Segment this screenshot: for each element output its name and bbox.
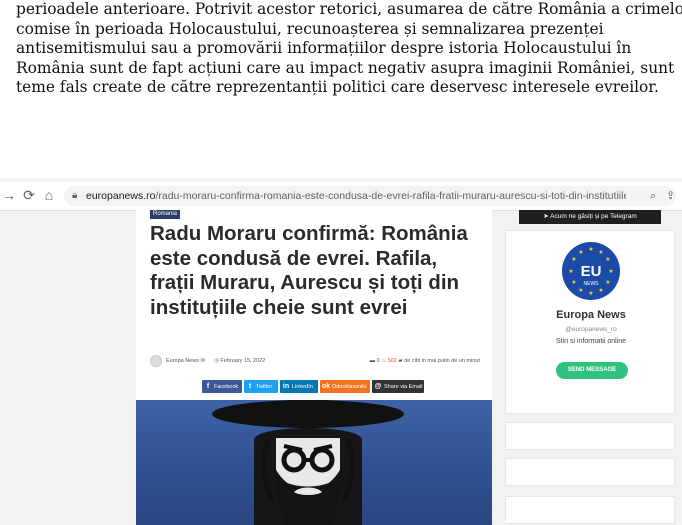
telegram-banner[interactable]: ➤ Acum ne găsiți și pe Telegram xyxy=(519,210,661,224)
eu-news-logo: ★ ★★ ★★★ ★★★ ★★★ EU NEWS xyxy=(562,242,620,300)
share-linkedin-button[interactable]: in LinkedIn xyxy=(280,380,318,393)
svg-text:★: ★ xyxy=(568,268,573,275)
lock-icon: 🔒︎ xyxy=(72,190,78,201)
article-stats: ▬ 0 ♨ 502 ▰ de citit in mai putin de un … xyxy=(370,355,480,367)
svg-text:★: ★ xyxy=(598,249,603,256)
share-icon[interactable]: ⇪ xyxy=(666,189,675,203)
read-time: de citit in mai putin de un minut xyxy=(404,358,480,364)
address-bar[interactable]: 🔒︎ europanews.ro/radu-moraru-confirma-ro… xyxy=(64,186,676,206)
sidebar-widget-placeholder xyxy=(505,458,675,486)
publish-date: ◷ February 15, 2022 xyxy=(214,358,266,364)
logo-text: EU xyxy=(581,263,602,280)
article-hero-image[interactable] xyxy=(136,400,492,525)
telegram-icon: ➤ xyxy=(543,213,549,220)
reload-icon[interactable]: ⟳ xyxy=(20,186,38,204)
europa-news-profile-card: ★ ★ ★ ★ ★ ★ ★ ★ ★ ★ ★ ★ EU NEWS Europa News @eur… xyxy=(505,230,675,414)
title-line: instituțiile cheie sunt evrei xyxy=(150,295,408,319)
article: Romania Radu Moraru confirmă: România es… xyxy=(136,210,492,525)
article-title: Radu Moraru confirmă: România este condu… xyxy=(150,222,480,320)
url-text: europanews.ro/radu-moraru-confirma-roman… xyxy=(86,190,626,202)
views-icon: ♨ xyxy=(381,358,387,364)
browser-toolbar: → ⟳ ⌂ 🔒︎ europanews.ro/radu-moraru-confi… xyxy=(0,182,682,211)
title-line: Radu Moraru confirmă: România xyxy=(150,222,468,245)
twitter-icon: t xyxy=(248,383,252,390)
category-tag[interactable]: Romania xyxy=(150,210,181,219)
url-path: /radu-moraru-confirma-romania-este-condu… xyxy=(155,190,626,202)
svg-text:★: ★ xyxy=(605,279,610,286)
facebook-icon: f xyxy=(206,383,210,390)
sidebar-widget-placeholder xyxy=(505,496,675,524)
author-name[interactable]: Europa News ✉ xyxy=(166,355,205,367)
logo-subtext: NEWS xyxy=(584,281,600,287)
svg-text:★: ★ xyxy=(608,268,613,275)
svg-text:★: ★ xyxy=(578,287,583,294)
share-twitter-button[interactable]: t Twitter xyxy=(244,380,278,393)
document-line: antisemitismului sau a promovării inform… xyxy=(16,39,632,57)
linkedin-icon: in xyxy=(282,383,290,390)
comments-count: 0 xyxy=(376,358,380,364)
brand-description: Stiri si informatii online xyxy=(555,338,627,345)
document-line: România sunt de fapt acțiuni care au imp… xyxy=(16,58,675,77)
back-arrow-icon[interactable]: → xyxy=(0,186,18,204)
mail-icon[interactable]: ✉ xyxy=(201,358,206,364)
caricature-illustration xyxy=(212,400,404,525)
document-line: teme fals create de către reprezentanții… xyxy=(16,78,659,96)
embedded-browser-screenshot: → ⟳ ⌂ 🔒︎ europanews.ro/radu-moraru-confi… xyxy=(0,178,682,525)
views-count: 502 xyxy=(387,358,397,364)
svg-text:★: ★ xyxy=(571,279,576,286)
sidebar-widget-placeholder xyxy=(505,422,675,450)
url-host: europanews.ro xyxy=(86,190,156,202)
svg-text:★: ★ xyxy=(578,249,583,256)
svg-text:★: ★ xyxy=(598,287,603,294)
svg-text:★: ★ xyxy=(588,290,593,297)
odnoklassniki-icon: ok xyxy=(321,383,331,390)
svg-text:★: ★ xyxy=(588,246,593,253)
share-facebook-button[interactable]: f Facebook xyxy=(202,380,242,393)
svg-text:★: ★ xyxy=(605,256,610,263)
home-icon[interactable]: ⌂ xyxy=(40,186,58,204)
document-line: perioadele anterioare. Potrivit acestor … xyxy=(16,0,682,18)
zoom-icon[interactable]: ⌕ xyxy=(650,189,656,203)
share-odnoklassniki-button[interactable]: ok Odnoklassniki xyxy=(320,380,370,393)
brand-name[interactable]: Europa News xyxy=(506,309,676,321)
share-email-button[interactable]: @ Share via Email xyxy=(372,380,424,393)
book-icon: ▰ xyxy=(398,358,403,364)
document-line: comise în perioada Holocaustului, recuno… xyxy=(16,19,604,38)
article-meta: Europa News ✉ ◷ February 15, 2022 ▬ 0 ♨ … xyxy=(150,355,480,367)
brand-handle: @europanews_ro xyxy=(565,326,617,333)
title-line: este condusă de evrei. Rafila, xyxy=(150,246,438,270)
comments-icon: ▬ xyxy=(369,358,376,364)
sidebar: ➤ Acum ne găsiți și pe Telegram ★ ★ ★ ★ ★ ★ … xyxy=(505,210,676,525)
clock-icon: ◷ xyxy=(214,358,219,364)
send-message-button[interactable]: SEND MESSAGE xyxy=(556,362,628,379)
title-line: frații Muraru, Aurescu și toți din xyxy=(150,271,460,294)
document-paragraph: perioadele anterioare. Potrivit acestor … xyxy=(16,0,682,98)
email-icon: @ xyxy=(374,383,382,390)
svg-text:★: ★ xyxy=(571,256,576,263)
author-avatar[interactable] xyxy=(150,355,162,367)
